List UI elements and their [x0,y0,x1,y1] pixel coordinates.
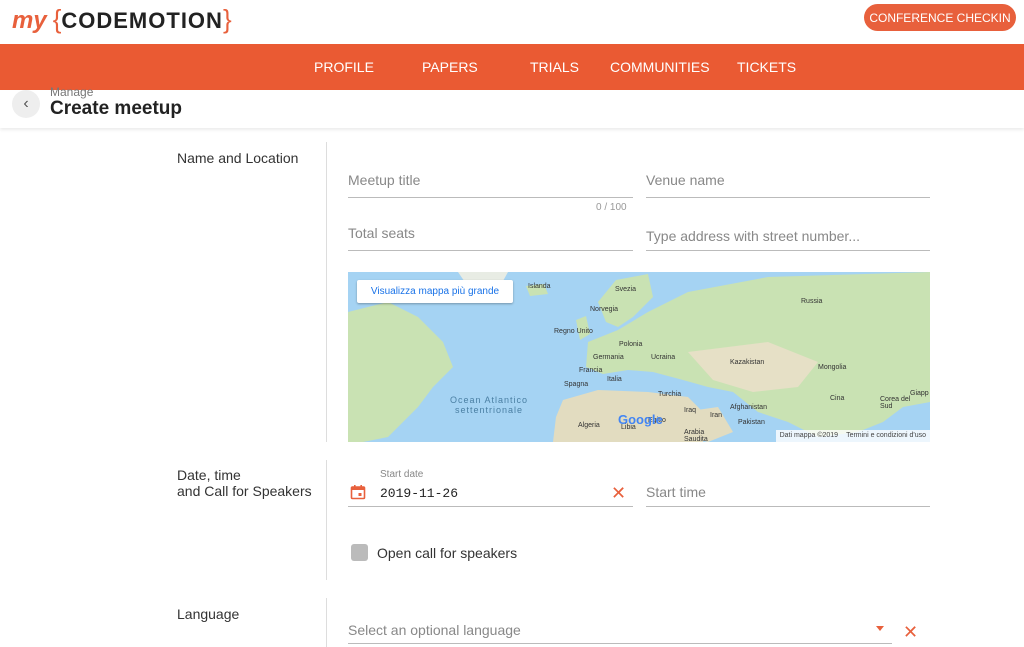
map-terms-link[interactable]: Termini e condizioni d'uso [846,432,926,440]
total-seats-input[interactable]: Total seats [348,213,633,251]
ocean-line-2: settentrionale [454,405,524,415]
section-label-date-line1: Date, time [177,467,241,483]
map-label: Cina [830,395,845,402]
nav-communities[interactable]: COMMUNITIES [610,59,710,75]
map-ocean-label: Ocean Atlantico settentrionale [434,395,544,415]
map-label: Svezia [615,286,637,293]
map-label: Germania [593,354,624,361]
map-label: Iraq [684,407,697,414]
section-divider [326,598,327,647]
title-char-counter: 0 / 100 [596,202,627,213]
address-placeholder: Type address with street number... [646,228,860,244]
nav-profile[interactable]: PROFILE [314,59,374,75]
map-data-credit[interactable]: Dati mappa ©2019 [780,432,838,440]
map-label: Giapp [910,390,929,397]
start-date-value: 2019-11-26 [380,486,459,501]
map-label: Islanda [528,283,551,290]
brand-logo[interactable]: my { CODEMOTION } [12,4,232,35]
conference-checkin-button[interactable]: CONFERENCE CHECKIN [864,4,1016,31]
nav-tickets[interactable]: TICKETS [737,59,796,75]
clear-date-close-icon[interactable]: ✕ [611,484,626,502]
section-label-date-line2: and Call for Speakers [177,483,312,499]
meetup-title-placeholder: Meetup title [348,172,421,188]
page-title: Create meetup [50,98,182,119]
map-label: Corea del Sud [880,396,911,410]
chevron-left-icon: ‹ [23,95,29,112]
map-attribution: Dati mappa ©2019 Termini e condizioni d'… [775,430,930,442]
caret-down-icon[interactable] [876,626,884,631]
main-nav: PROFILE PAPERS TRIALS COMMUNITIES TICKET… [0,44,1024,90]
map-label: Spagna [564,381,589,388]
ocean-line-1: Ocean Atlantico [449,395,529,405]
call-for-speakers-checkbox[interactable] [351,544,368,561]
section-label-language: Language [177,606,240,622]
language-placeholder: Select an optional language [348,622,521,638]
map-label: Kazakistan [730,359,765,366]
logo-name: CODEMOTION [61,8,223,33]
nav-papers[interactable]: PAPERS [422,59,478,75]
location-map[interactable]: Visualizza mappa più grande Islanda Svez… [348,272,930,442]
map-label: Ucraina [651,354,676,361]
total-seats-placeholder: Total seats [348,225,415,241]
map-label: Mongolia [818,364,847,371]
map-label: Regno Unito [554,328,593,335]
start-time-placeholder: Start time [646,484,706,500]
back-button[interactable]: ‹ [12,90,40,118]
map-label: Russia [801,298,823,305]
map-label: Iran [710,412,723,419]
calendar-icon[interactable] [350,484,366,500]
logo-brace-close: } [222,4,232,34]
start-time-input[interactable]: Start time [646,477,930,507]
map-label: Pakistan [738,419,765,426]
section-label-name-location: Name and Location [177,150,299,166]
map-label: Norvegia [590,306,619,313]
page-header: ‹ Manage Create meetup [0,85,1024,128]
section-divider [326,460,327,580]
top-bar: my { CODEMOTION } CONFERENCE CHECKIN [0,0,1024,44]
clear-language-close-icon[interactable]: ✕ [903,623,918,641]
breadcrumb[interactable]: Manage [50,85,93,99]
address-input[interactable]: Type address with street number... [646,221,930,251]
map-label: Algeria [578,422,600,429]
map-label: Italia [607,376,622,383]
language-select[interactable]: Select an optional language [348,614,892,644]
google-logo[interactable]: Google [618,412,663,427]
enlarge-map-link[interactable]: Visualizza mappa più grande [357,280,513,303]
venue-name-input[interactable]: Venue name [646,160,930,198]
section-label-date-time: Date, time and Call for Speakers [177,467,312,499]
map-label: Polonia [619,341,643,348]
start-date-label: Start date [380,469,424,480]
logo-my: my [12,7,47,34]
map-label: Turchia [658,391,682,398]
section-divider [326,142,327,442]
call-for-speakers-label[interactable]: Open call for speakers [377,545,517,561]
map-label: Afghanistan [730,404,767,411]
venue-name-placeholder: Venue name [646,172,725,188]
meetup-title-input[interactable]: Meetup title [348,160,633,198]
logo-brace-open: { [52,4,62,34]
nav-trials[interactable]: TRIALS [530,59,579,75]
map-label: Arabia Saudita [684,429,708,442]
map-label: Francia [579,367,603,374]
